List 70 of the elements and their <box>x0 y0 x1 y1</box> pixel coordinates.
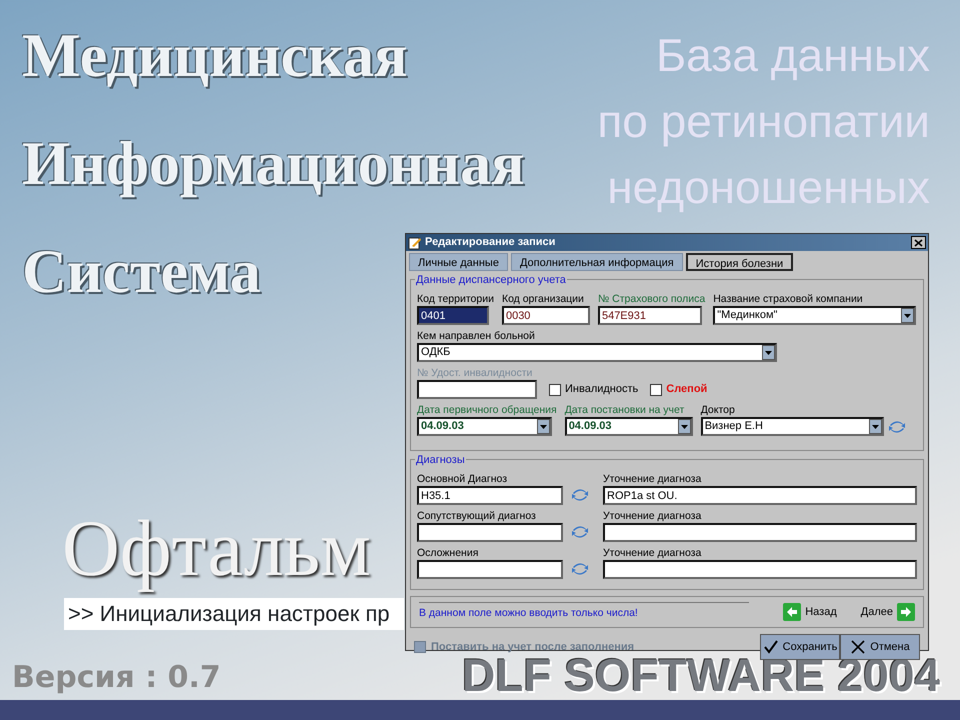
caret-icon <box>765 350 772 354</box>
close-button[interactable] <box>911 236 926 249</box>
hint-message: В данном поле можно вводить только числа! <box>419 602 749 622</box>
swap-arrow-icon <box>571 488 589 502</box>
field-label: Основной Диагноз <box>417 472 508 486</box>
dropdown-arrow-button[interactable] <box>868 419 882 434</box>
field-label: Осложнения <box>417 546 480 560</box>
dropdown-arrow-button[interactable] <box>678 419 691 434</box>
group-legend: Данные диспансерного учета <box>415 272 567 288</box>
next-button[interactable]: Далее <box>860 603 915 621</box>
tab[interactable]: Дополнительная информация <box>510 253 683 271</box>
field-label: Дата постановки на учет <box>564 403 686 417</box>
tab[interactable]: История болезни <box>686 253 794 271</box>
swap-arrow-icon <box>571 525 589 539</box>
field-label: Уточнение диагноза <box>603 472 702 486</box>
splash-title-line: Система <box>22 237 261 308</box>
dropdown-arrow-button[interactable] <box>762 345 775 360</box>
date-field[interactable]: 04.09.03 <box>417 417 552 436</box>
splash-title-line: Медицинская <box>22 21 408 92</box>
caret-icon <box>680 424 688 428</box>
back-button[interactable]: Назад <box>783 603 837 621</box>
checkmark-icon <box>762 639 779 655</box>
field-label: Код территории <box>417 292 494 306</box>
checkbox[interactable] <box>650 384 662 396</box>
caret-icon <box>904 314 912 318</box>
window-title: Редактирование записи <box>425 235 556 250</box>
field-label: Дата первичного обращения <box>417 403 557 417</box>
swap-arrow-icon <box>571 562 589 576</box>
close-icon <box>914 238 923 246</box>
group-legend: Диагнозы <box>415 452 466 468</box>
input-field[interactable]: 0030 <box>502 306 590 325</box>
checkbox[interactable] <box>549 384 561 396</box>
input-field[interactable] <box>603 560 917 579</box>
input-field[interactable]: 0401 <box>417 306 489 325</box>
checkbox-label[interactable]: Инвалидность <box>549 380 638 399</box>
slide-title-line: База данных <box>656 28 930 83</box>
input-field[interactable] <box>603 523 917 542</box>
slide-title-line: недоношенных <box>607 160 930 215</box>
cross-icon <box>850 639 866 655</box>
dropdown-field[interactable]: Визнер Е.Н <box>700 417 884 436</box>
input-field[interactable]: ROP1a st OU. <box>603 486 917 505</box>
app-icon <box>408 236 422 250</box>
slide-title-line: по ретинопатии <box>597 94 930 149</box>
save-button[interactable]: Сохранить <box>760 634 840 660</box>
input-field[interactable]: 547E931 <box>598 306 702 325</box>
date-field[interactable]: 04.09.03 <box>564 417 693 436</box>
field-label: Кем направлен больной <box>417 329 536 343</box>
version-label: Версия : 0.7 <box>11 659 221 697</box>
field-label: Название страховой компании <box>713 292 864 306</box>
dropdown-arrow-button[interactable] <box>901 308 914 323</box>
module-title: Офтальм <box>62 504 371 594</box>
input-field[interactable]: H35.1 <box>417 486 563 505</box>
field-label: Код организации <box>502 292 585 306</box>
caret-icon <box>540 424 547 428</box>
field-label: Сопутствующий диагноз <box>417 509 537 523</box>
cancel-button[interactable]: Отмена <box>840 634 920 660</box>
field-label: Доктор <box>700 403 736 417</box>
dropdown-field[interactable]: "Мединком" <box>713 306 916 325</box>
field-label: Уточнение диагноза <box>603 509 702 523</box>
splash-title-line: Информационная <box>22 129 525 200</box>
field-label: Уточнение диагноза <box>603 546 702 560</box>
caret-icon <box>872 424 879 428</box>
tab[interactable]: Личные данные <box>409 253 508 271</box>
field-label: № Страхового полиса <box>598 292 706 306</box>
field-label: № Удост. инвалидности <box>417 366 534 380</box>
input-field[interactable] <box>417 523 563 542</box>
loading-status: >> Инициализация настроек пр <box>64 598 404 630</box>
dropdown-arrow-button[interactable] <box>537 419 550 434</box>
input-field[interactable] <box>417 560 563 579</box>
dropdown-field[interactable]: ОДКБ <box>417 343 777 362</box>
